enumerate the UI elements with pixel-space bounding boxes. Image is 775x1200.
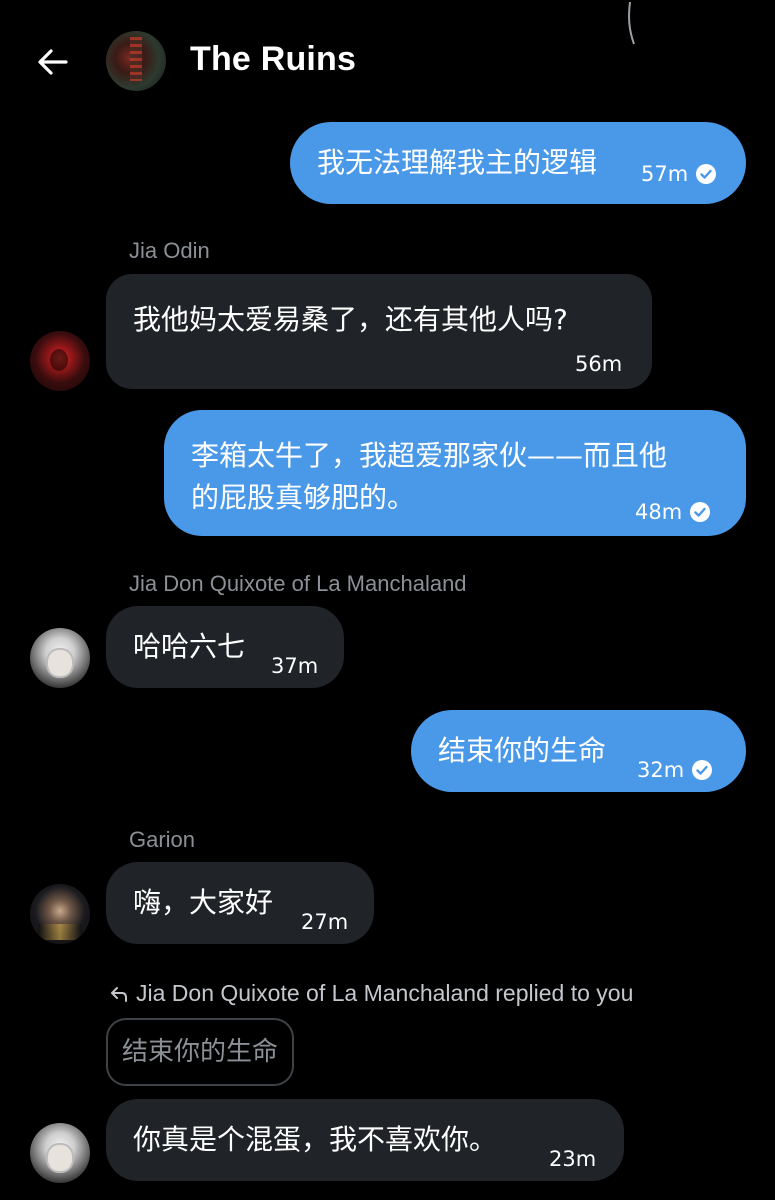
message-bubble-outgoing[interactable]: 李箱太牛了，我超爱那家伙——而且他 的屁股真够肥的。 48m — [164, 410, 746, 536]
avatar[interactable] — [30, 331, 90, 391]
message-text: 哈哈六七 — [133, 630, 246, 663]
message-text: 你真是个混蛋，我不喜欢你。 — [133, 1123, 498, 1156]
message-bubble-incoming[interactable]: 哈哈六七 37m — [106, 606, 344, 688]
reply-indicator: Jia Don Quixote of La Manchaland replied… — [108, 980, 633, 1007]
back-button[interactable] — [32, 40, 76, 84]
dm-screen: The Ruins 我无法理解我主的逻辑 57m Jia Odin 我他妈太爱易… — [0, 0, 775, 1200]
message-bubble-outgoing[interactable]: 结束你的生命 32m — [411, 710, 746, 792]
message-bubble-outgoing[interactable]: 我无法理解我主的逻辑 57m — [290, 122, 746, 204]
message-bubble-incoming[interactable]: 你真是个混蛋，我不喜欢你。 23m — [106, 1099, 624, 1181]
read-check-icon — [690, 502, 711, 522]
message-text-line-1: 李箱太牛了，我超爱那家伙——而且他 — [191, 439, 668, 472]
message-time: 57m — [641, 162, 689, 186]
message-text: 结束你的生命 — [438, 734, 607, 767]
reply-arrow-icon — [111, 986, 127, 1002]
read-check-icon — [692, 760, 713, 780]
message-time: 32m — [637, 758, 685, 782]
avatar[interactable] — [30, 884, 90, 944]
sender-name: Garion — [129, 827, 196, 852]
chat-title[interactable]: The Ruins — [190, 40, 356, 79]
read-check-icon — [696, 164, 717, 184]
group-avatar[interactable] — [106, 31, 166, 91]
avatar[interactable] — [30, 1123, 90, 1183]
sender-name: Jia Odin — [129, 238, 210, 263]
arrow-left-icon — [38, 49, 68, 75]
message-bubble-incoming[interactable]: 我他妈太爱易桑了，还有其他人吗? 56m — [106, 274, 652, 389]
decorative-mark — [628, 1, 635, 45]
message-text: 嗨，大家好 — [133, 886, 274, 919]
message-time: 48m — [635, 500, 683, 524]
reply-label-text: Jia Don Quixote of La Manchaland replied… — [136, 980, 634, 1006]
message-time: 27m — [301, 910, 349, 934]
message-text-line-2: 的屁股真够肥的。 — [191, 481, 416, 514]
quoted-message[interactable]: 结束你的生命 — [106, 1018, 295, 1086]
message-bubble-incoming[interactable]: 嗨，大家好 27m — [106, 862, 374, 944]
message-text: 我无法理解我主的逻辑 — [317, 146, 598, 179]
message-time: 23m — [549, 1147, 597, 1171]
message-text: 我他妈太爱易桑了，还有其他人吗? — [133, 303, 568, 336]
sender-name: Jia Don Quixote of La Manchaland — [129, 571, 467, 596]
message-time: 37m — [271, 654, 319, 678]
message-time: 56m — [575, 352, 623, 376]
avatar[interactable] — [30, 628, 90, 688]
